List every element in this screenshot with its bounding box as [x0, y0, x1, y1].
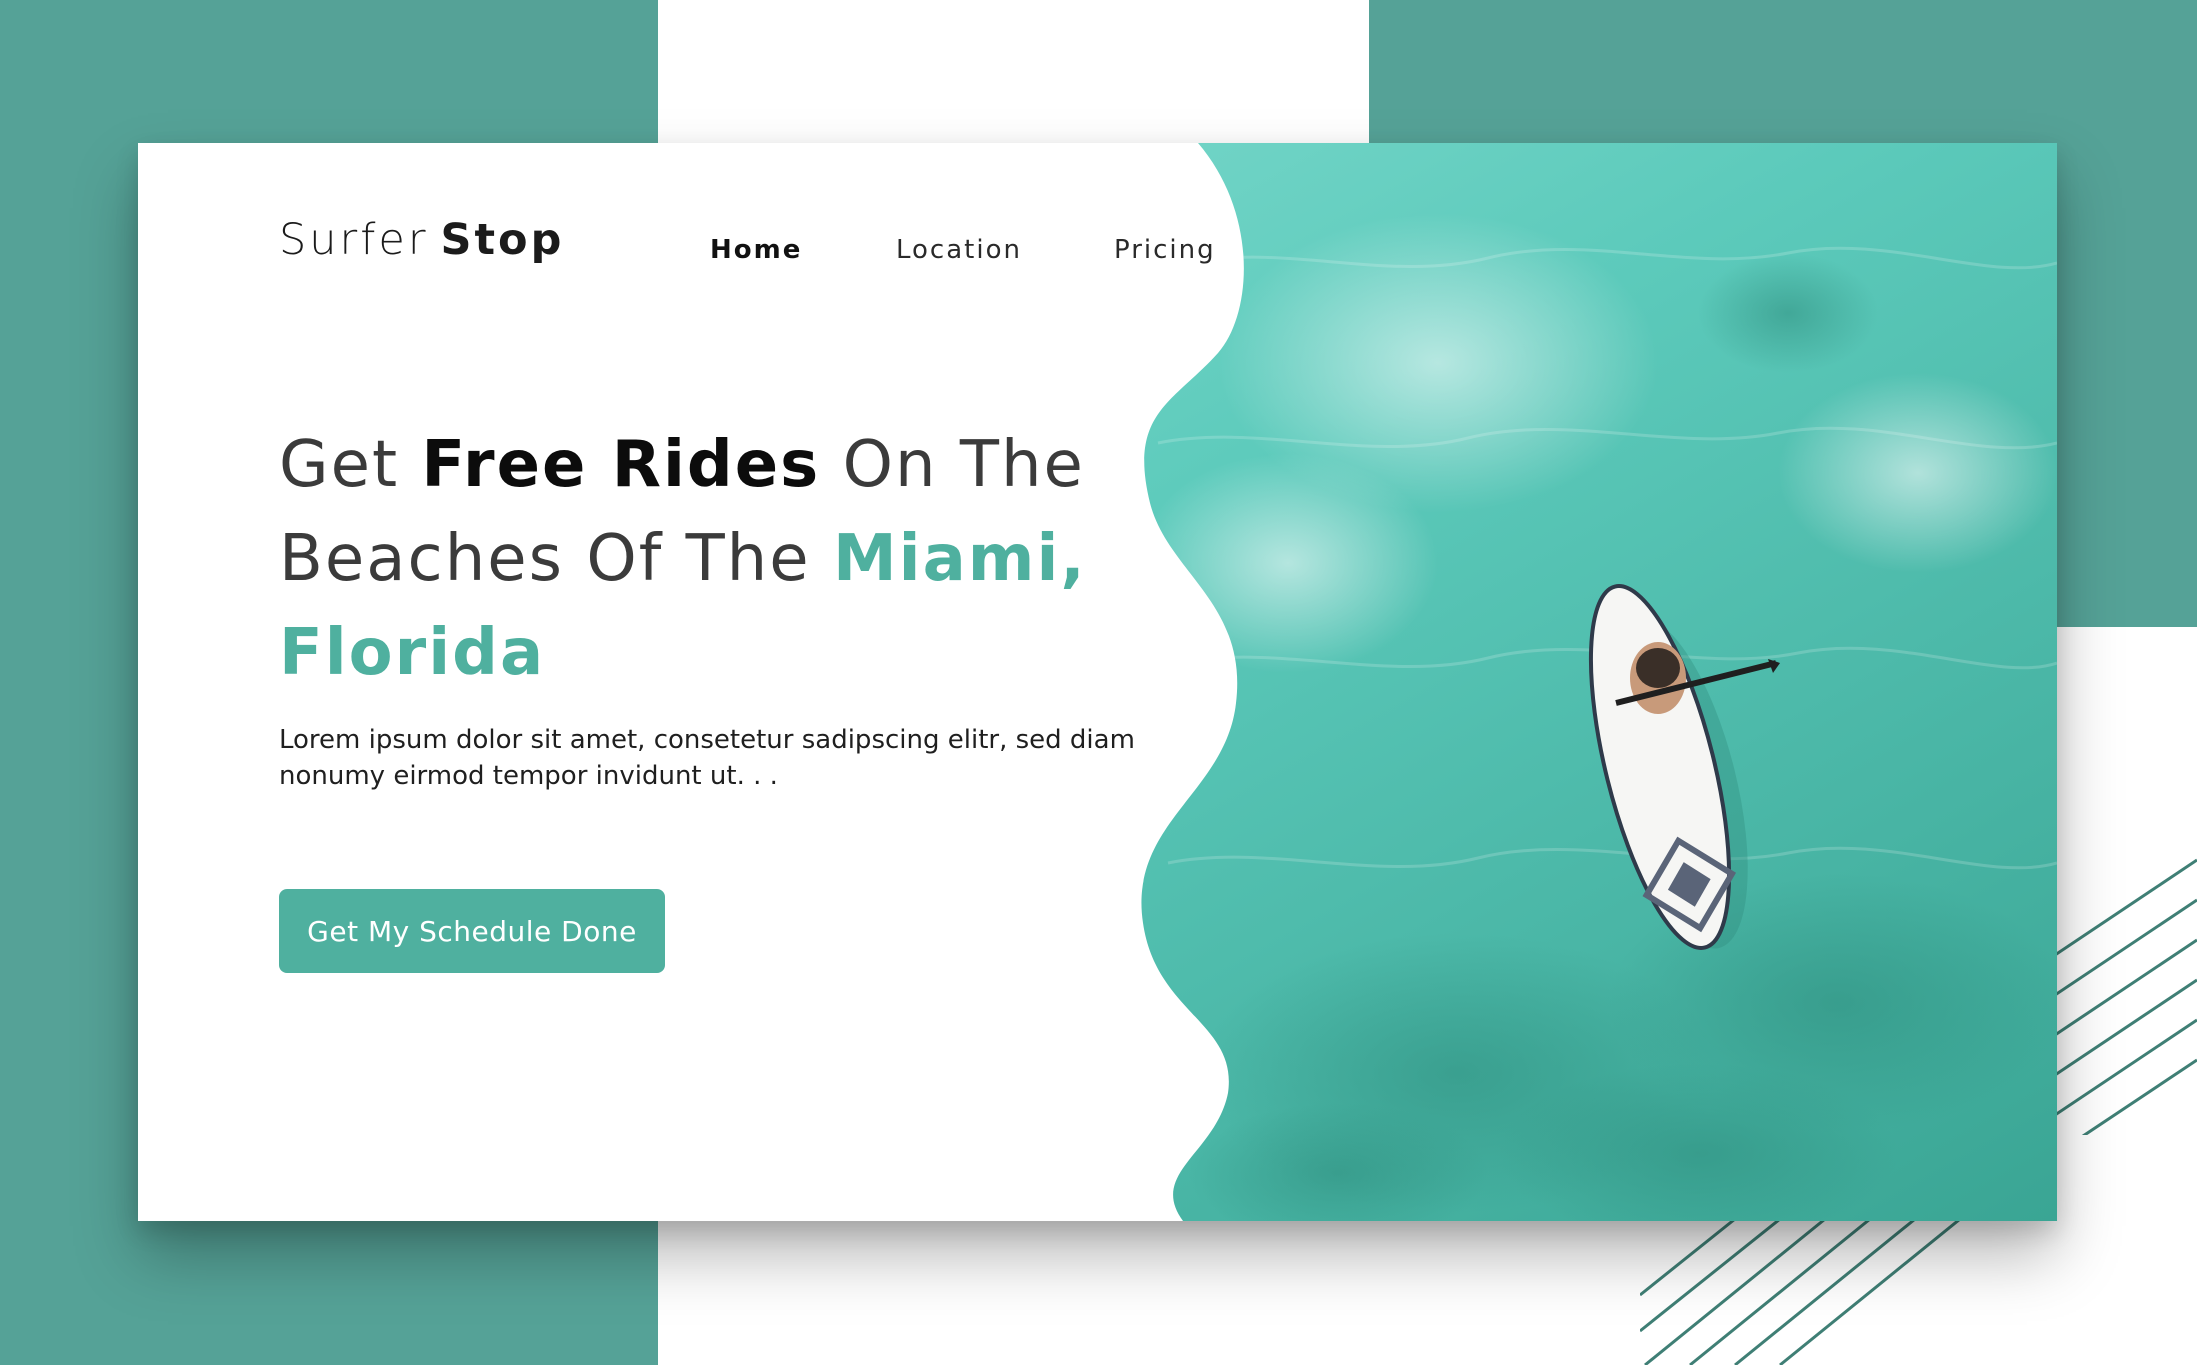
landing-page-card: Surfer Stop Home Location Pricing Get Fre… — [138, 143, 2057, 1221]
schedule-cta-button[interactable]: Get My Schedule Done — [279, 889, 665, 973]
nav-item-location[interactable]: Location — [896, 235, 1022, 265]
brand-name-light: Surfer — [279, 215, 429, 265]
decorative-stripes-bottom — [1640, 1215, 1960, 1365]
nav-item-pricing[interactable]: Pricing — [1114, 235, 1216, 265]
headline-highlight: Free Rides — [421, 428, 821, 502]
nav-item-home[interactable]: Home — [710, 235, 802, 265]
hero-description: Lorem ipsum dolor sit amet, consetetur s… — [279, 725, 1135, 791]
brand-logo[interactable]: Surfer Stop — [279, 215, 564, 265]
headline-intro: Get — [279, 428, 422, 502]
decorative-stripes-right — [2040, 858, 2197, 1135]
brand-name-bold: Stop — [440, 215, 565, 265]
hero-headline: Get Free Rides On The Beaches Of The Mia… — [279, 418, 1179, 700]
